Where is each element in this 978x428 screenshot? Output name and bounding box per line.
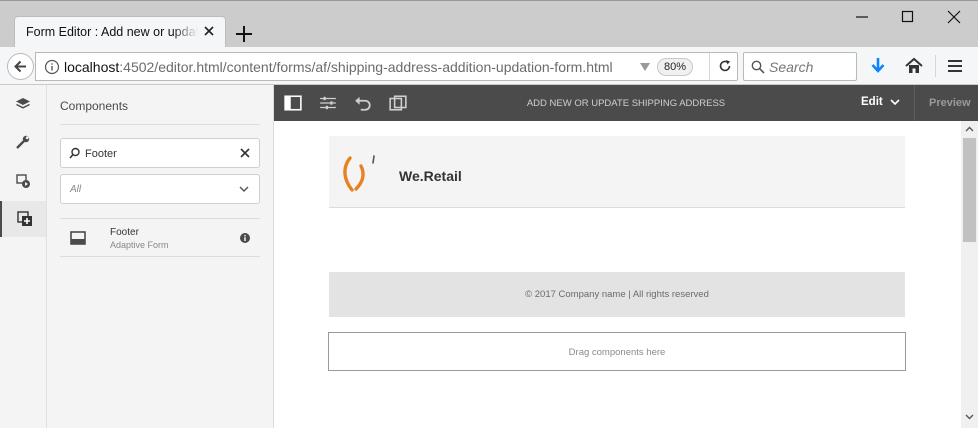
scroll-down-icon[interactable] [965, 414, 974, 420]
chevron-down-icon [239, 186, 249, 192]
minimize-icon [856, 16, 868, 18]
brand-name: We.Retail [399, 168, 462, 184]
component-group-select[interactable]: All [60, 174, 260, 204]
toggle-side-panel-icon[interactable] [284, 95, 302, 111]
form-footer[interactable]: © 2017 Company name | All rights reserve… [329, 272, 905, 317]
mode-selector-edit[interactable]: Edit [861, 96, 900, 108]
url-path: :4502/editor.html/content/forms/af/shipp… [119, 59, 613, 75]
editor-toolbar: ADD NEW OR UPDATE SHIPPING ADDRESS Edit … [274, 85, 978, 121]
rail-assets[interactable] [0, 163, 46, 199]
search-input[interactable] [769, 58, 853, 76]
mode-label: Edit [861, 96, 883, 108]
side-rail [0, 85, 47, 428]
minimize-button[interactable] [840, 6, 886, 30]
downloads-button[interactable] [867, 55, 891, 77]
info-icon[interactable] [240, 233, 250, 243]
chevron-down-icon [890, 99, 900, 106]
component-name: Footer [110, 227, 139, 238]
footer-component-icon [70, 231, 86, 245]
canvas-scrollbar[interactable] [961, 121, 978, 428]
scrollbar-thumb[interactable] [963, 138, 976, 242]
hamburger-menu-icon [948, 60, 962, 72]
clear-search-icon[interactable] [239, 147, 251, 159]
rail-components[interactable] [0, 201, 46, 237]
reload-button[interactable] [709, 53, 739, 80]
assets-icon [16, 174, 30, 188]
component-group: Adaptive Form [110, 240, 169, 250]
form-header[interactable]: We.Retail [329, 136, 905, 208]
component-search-input[interactable] [85, 146, 233, 162]
undo-icon[interactable] [354, 95, 372, 111]
search-icon [69, 147, 80, 159]
browser-tab[interactable]: Form Editor : Add new or update shipping… [14, 16, 226, 48]
url-bar[interactable]: localhost:4502/editor.html/content/forms… [35, 52, 738, 81]
zoom-level-badge[interactable]: 80% [657, 58, 694, 76]
wrench-icon [16, 135, 30, 149]
maximize-button[interactable] [886, 6, 932, 30]
search-icon [751, 60, 765, 74]
panel-title: Components [60, 99, 129, 113]
drop-zone-placeholder: Drag components here [568, 347, 666, 358]
menu-button[interactable] [944, 55, 968, 77]
browser-navbar: localhost:4502/editor.html/content/forms… [0, 47, 978, 85]
page-properties-icon[interactable] [319, 95, 337, 111]
tab-title: Form Editor : Add new or update shipping… [26, 25, 198, 39]
component-search-field[interactable] [60, 138, 260, 168]
close-tab-icon[interactable] [201, 23, 217, 39]
component-drop-zone[interactable]: Drag components here [328, 332, 906, 371]
editor-canvas: We.Retail © 2017 Company name | All righ… [274, 121, 961, 428]
home-icon [905, 57, 923, 73]
layers-icon [16, 98, 30, 109]
group-select-value: All [70, 184, 82, 195]
scroll-up-icon[interactable] [965, 126, 974, 132]
component-item-footer[interactable]: Footer Adaptive Form [60, 219, 260, 257]
we-retail-logo [343, 155, 375, 192]
window-titlebar: Form Editor : Add new or update shipping… [0, 0, 978, 48]
components-panel: Components All Footer Adaptive Form [47, 85, 274, 428]
back-arrow-icon [14, 60, 26, 73]
toolbar-separator [935, 55, 936, 77]
download-arrow-icon [871, 58, 885, 73]
page-actions-icon[interactable] [639, 61, 651, 73]
rail-properties[interactable] [0, 124, 46, 160]
site-info-icon[interactable] [44, 59, 60, 75]
rail-content-tree[interactable] [0, 86, 46, 122]
toolbar-separator [914, 85, 915, 121]
url-text[interactable]: localhost:4502/editor.html/content/forms… [64, 59, 613, 75]
home-button[interactable] [903, 55, 927, 77]
close-window-button[interactable] [932, 6, 978, 30]
reload-icon [719, 60, 731, 72]
emulator-icon[interactable] [389, 95, 407, 111]
search-bar[interactable] [743, 52, 857, 81]
page-title-text: ADD NEW OR UPDATE SHIPPING ADDRESS [526, 98, 726, 109]
preview-button[interactable]: Preview [929, 97, 971, 109]
divider [60, 124, 260, 125]
close-window-icon [947, 10, 961, 24]
maximize-icon [901, 10, 914, 23]
footer-copyright: © 2017 Company name | All rights reserve… [525, 289, 709, 300]
components-add-icon [17, 211, 32, 226]
back-button[interactable] [7, 53, 34, 80]
new-tab-icon[interactable] [233, 23, 255, 45]
url-host: localhost [64, 59, 120, 75]
